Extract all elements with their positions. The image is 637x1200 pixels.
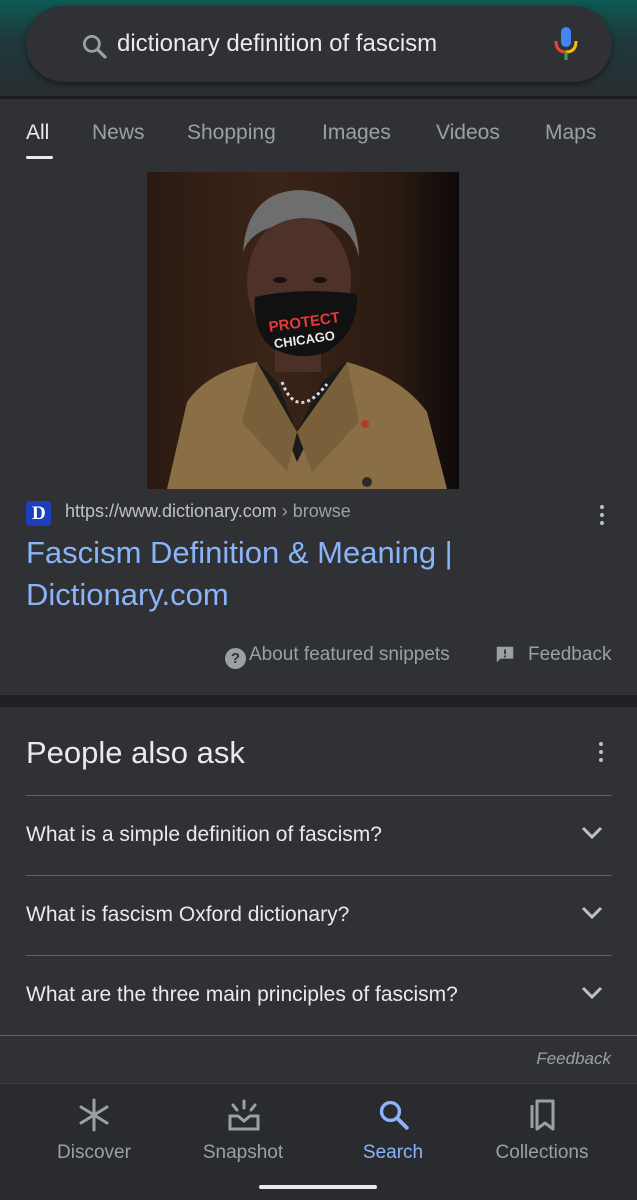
question-item[interactable]: What are the three main principles of fa… — [26, 955, 612, 1035]
gesture-home-bar[interactable] — [259, 1185, 377, 1189]
tab-shopping[interactable]: Shopping — [187, 121, 276, 145]
question-item[interactable]: What is fascism Oxford dictionary? — [26, 875, 612, 955]
people-also-ask-heading: People also ask — [26, 735, 245, 770]
result-title-link[interactable]: Fascism Definition & Meaning | Dictionar… — [26, 532, 586, 616]
people-also-ask-more-icon[interactable] — [589, 740, 613, 764]
about-featured-snippets-link[interactable]: ? About featured snippets — [225, 644, 450, 669]
tab-images[interactable]: Images — [322, 121, 391, 145]
dictionary-favicon: D — [26, 501, 51, 526]
people-also-ask-feedback: Feedback — [0, 1035, 637, 1083]
tab-news[interactable]: News — [92, 121, 145, 145]
chevron-down-icon[interactable] — [581, 826, 603, 845]
chevron-down-icon[interactable] — [581, 986, 603, 1005]
section-divider — [0, 695, 637, 707]
asterisk-icon — [78, 1098, 110, 1137]
people-also-ask-feedback-link[interactable]: Feedback — [536, 1049, 611, 1069]
result-url[interactable]: https://www.dictionary.com › browse — [65, 501, 351, 522]
search-icon[interactable] — [80, 32, 110, 67]
search-header: dictionary definition of fascism — [0, 0, 637, 96]
tab-all[interactable]: All — [26, 121, 49, 145]
tab-maps[interactable]: Maps — [545, 121, 596, 145]
people-also-ask: People also ask What is a simple definit… — [0, 707, 637, 1083]
search-icon — [377, 1098, 411, 1137]
search-tabs: All News Shopping Images Videos Maps — [0, 96, 637, 172]
nav-collections[interactable]: Collections — [467, 1098, 617, 1168]
chevron-down-icon[interactable] — [581, 906, 603, 925]
help-icon: ? — [225, 648, 246, 669]
featured-snippet-image[interactable]: PROTECT CHICAGO — [147, 172, 459, 489]
nav-snapshot[interactable]: Snapshot — [168, 1098, 318, 1168]
nav-search[interactable]: Search — [318, 1098, 468, 1168]
search-query-text[interactable]: dictionary definition of fascism — [117, 30, 437, 58]
active-tab-indicator — [26, 156, 53, 159]
result-source[interactable]: D https://www.dictionary.com › browse — [26, 500, 616, 526]
nav-discover[interactable]: Discover — [19, 1098, 169, 1168]
snapshot-icon — [227, 1098, 261, 1137]
search-bar[interactable]: dictionary definition of fascism — [26, 6, 612, 82]
bottom-navigation: Discover Snapshot Search Collections — [0, 1083, 637, 1200]
featured-snippet: PROTECT CHICAGO D https://www.dictionary… — [0, 172, 637, 695]
microphone-icon[interactable] — [553, 26, 579, 67]
tab-videos[interactable]: Videos — [436, 121, 500, 145]
more-options-icon[interactable] — [590, 503, 614, 527]
collections-icon — [526, 1098, 558, 1137]
feedback-icon — [494, 644, 516, 672]
snippet-footer: ? About featured snippets Feedback — [0, 642, 637, 672]
question-item[interactable]: What is a simple definition of fascism? — [26, 795, 612, 875]
google-search-results-page: dictionary definition of fascism All New… — [0, 0, 637, 1200]
